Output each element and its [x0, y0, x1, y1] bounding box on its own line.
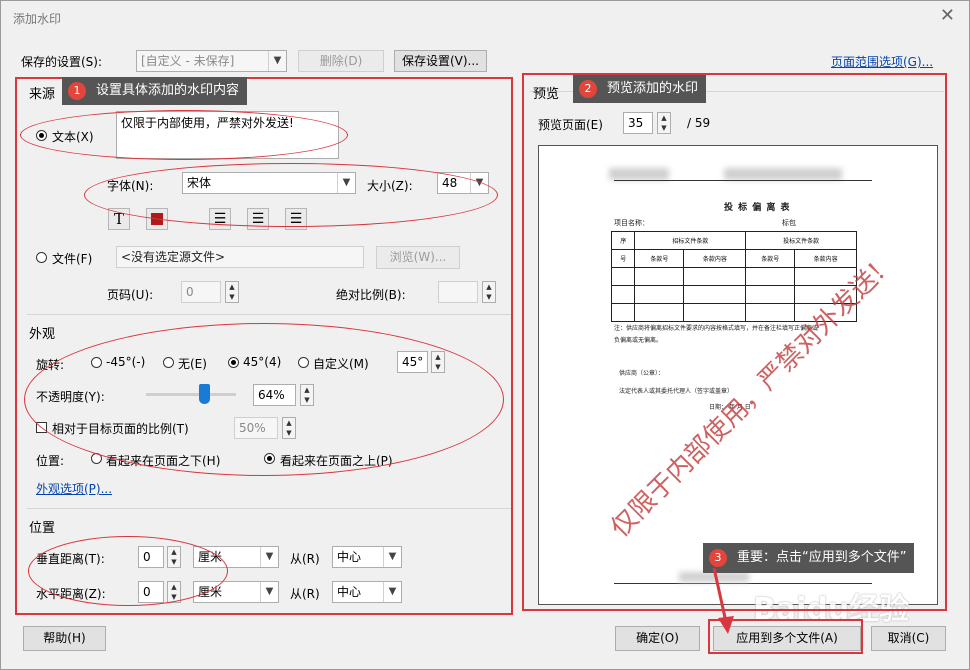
annotation-tag-1-text: 设置具体添加的水印内容 [96, 83, 240, 98]
annotation-arrow-icon [712, 567, 734, 634]
help-button[interactable]: 帮助(H) [23, 626, 106, 651]
annotation-badge-2: 2 [579, 80, 597, 98]
annotation-box-preview [522, 73, 947, 611]
page-range-options-link[interactable]: 页面范围选项(G)... [831, 53, 933, 70]
annotation-tag-2: 2 预览添加的水印 [573, 75, 707, 103]
cancel-button[interactable]: 取消(C) [871, 626, 946, 651]
delete-button[interactable]: 删除(D) [298, 50, 384, 72]
dialog-title: 添加水印 [13, 12, 62, 26]
annotation-tag-1: 1 设置具体添加的水印内容 [62, 77, 248, 105]
saved-settings-value: [自定义 - 未保存] [141, 54, 235, 68]
annotation-oval-appearance [24, 323, 504, 476]
annotation-tag-2-text: 预览添加的水印 [607, 81, 699, 96]
annotation-oval-text [20, 110, 348, 160]
annotation-tag-3-text: 重要：点击“应用到多个文件” [737, 550, 907, 565]
saved-settings-select[interactable]: [自定义 - 未保存] ▼ [136, 50, 287, 72]
saved-settings-label: 保存的设置(S): [21, 55, 103, 69]
annotation-oval-font [84, 163, 498, 227]
ok-button[interactable]: 确定(O) [615, 626, 700, 651]
save-settings-button[interactable]: 保存设置(V)... [394, 50, 487, 72]
chevron-down-icon: ▼ [268, 51, 286, 71]
close-icon[interactable]: ✕ [940, 5, 955, 26]
annotation-badge-1: 1 [68, 82, 86, 100]
annotation-oval-position [28, 536, 228, 606]
